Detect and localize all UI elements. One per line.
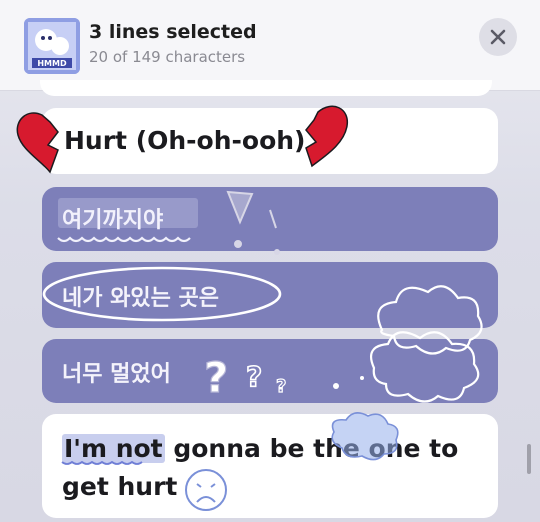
- svg-text:HMMD: HMMD: [37, 59, 67, 68]
- lyric-line-card-selected[interactable]: 네가 와있는 곳은: [42, 262, 498, 328]
- lyric-line-text: 너무 멀었어: [62, 362, 171, 387]
- scroll-indicator[interactable]: [527, 444, 531, 474]
- album-art-thumbnail: HMMD: [24, 18, 80, 74]
- close-icon: [490, 29, 506, 45]
- highlighted-word: I'm not: [62, 434, 165, 463]
- lyric-line-card-selected[interactable]: 너무 멀었어: [42, 339, 498, 403]
- previous-lyric-card[interactable]: [40, 80, 492, 96]
- lyric-line-card-selected[interactable]: 여기까지야: [42, 187, 498, 251]
- lyric-line-card[interactable]: I'm not gonna be the one to get hurt: [42, 414, 498, 518]
- lyric-line-text: Hurt (Oh-oh-ooh): [64, 126, 306, 155]
- lyric-line-card[interactable]: Hurt (Oh-oh-ooh): [42, 108, 498, 174]
- selection-count-title: 3 lines selected: [89, 21, 257, 43]
- lyric-line-text: 여기까지야: [62, 208, 164, 233]
- lyric-line-text: get hurt: [62, 472, 178, 501]
- lyric-text-fragment: gonna be the one to: [164, 434, 459, 463]
- character-count-subtitle: 20 of 149 characters: [89, 48, 246, 66]
- lyric-line-text: I'm not gonna be the one to: [62, 434, 458, 463]
- close-button[interactable]: [479, 18, 517, 56]
- lyrics-selection-header: HMMD 3 lines selected 20 of 149 characte…: [0, 0, 540, 91]
- lyric-line-text: 네가 와있는 곳은: [62, 286, 219, 311]
